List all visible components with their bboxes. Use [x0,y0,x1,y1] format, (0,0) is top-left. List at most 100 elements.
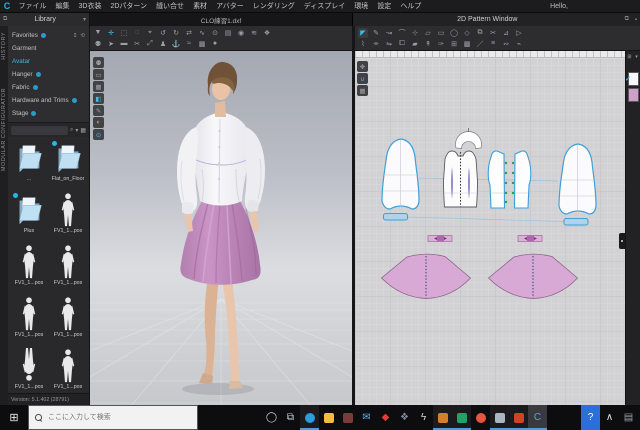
thumbnail-folder-flat-on-floor[interactable]: Flat_on_Floor [49,140,87,191]
viewport-3d-canvas[interactable]: ⚉▭▦◧✎◐⊙ [90,51,352,405]
dart-tool-icon[interactable]: ◇ [462,28,472,38]
opera-icon[interactable] [471,405,490,430]
show-hidden-icons-icon[interactable]: ∧ [600,405,619,430]
library-item-avatar[interactable]: Avatar [8,55,89,68]
hardware-tool-icon[interactable]: ❖ [262,28,272,38]
show-garment-icon[interactable]: ▭ [93,69,104,80]
pattern-waistband-left[interactable] [428,236,452,242]
panel-collapse-handle[interactable] [619,233,625,249]
view-grid-icon[interactable]: ▦ [80,127,86,134]
library-item-hardware-trims[interactable]: Hardware and Trims [8,94,89,107]
wind-tool-icon[interactable]: ≈ [184,39,194,49]
mesh-view-icon[interactable]: ▦ [93,81,104,92]
thumbnail-pose-file[interactable]: FV1_1...pos [10,296,48,347]
select-box-icon[interactable]: ⬚ [119,28,129,38]
transform-pattern-icon[interactable]: ◤ [358,28,368,38]
library-search-input[interactable] [11,126,68,135]
pattern-front-bodice-left[interactable] [488,151,507,208]
scale-avatar-icon[interactable]: ⤢ [145,39,155,49]
grain-line-icon[interactable]: ↟ [423,39,433,49]
pose-tool-icon[interactable]: ♟ [158,39,168,49]
sync-app-icon[interactable]: ◆ [376,405,395,430]
pin-tool-icon[interactable]: ⊙ [210,28,220,38]
thumbnail-pose-file[interactable]: FV1_1...pos [49,244,87,295]
menu-file[interactable]: ファイル [14,0,51,13]
menu-environment[interactable]: 環境 [350,0,373,13]
tape-tool-icon[interactable]: ▬ [119,39,129,49]
notch-tool-icon[interactable]: ⊿ [501,28,511,38]
seam-allowance-icon[interactable]: ▰ [410,39,420,49]
upload-icon[interactable]: ↥ [70,33,78,39]
library-item-fabric[interactable]: Fabric [8,81,89,94]
arrow-tool-icon[interactable]: ➤ [106,39,116,49]
task-view-icon[interactable]: ⧉ [281,405,300,430]
annotation-tool-icon[interactable]: ✑ [436,39,446,49]
move-gizmo-icon[interactable]: ↻ [171,28,181,38]
menu-render[interactable]: レンダリング [248,0,299,13]
pattern-front-bodice-right[interactable] [512,151,531,208]
mn-sew-icon[interactable]: ∾ [501,39,511,49]
measure-tool-icon[interactable]: ✂ [132,39,142,49]
thumbnail-pose-file[interactable]: FV1_1...pos [49,296,87,347]
camera-view-icon[interactable]: ⊙ [93,129,104,140]
store-icon[interactable] [338,405,357,430]
colorway-menu-icon[interactable]: ▾ [634,53,640,60]
internal-line-icon[interactable]: ⌇ [358,39,368,49]
lightning-app-icon[interactable]: ϟ [414,405,433,430]
add-colorway-icon[interactable]: ⊞ [627,53,633,60]
select-pin-icon[interactable]: ⌖ [145,28,155,38]
help-icon[interactable]: ? [581,405,600,430]
pattern-sleeve-right[interactable] [559,144,596,214]
texture-tool-icon[interactable]: ▩ [462,39,472,49]
hanger-tool-icon[interactable]: ⚓ [171,39,181,49]
menu-material[interactable]: 素材 [189,0,212,13]
thumbnail-pose-file[interactable]: FV1_1...pos [10,348,48,393]
file-explorer-icon[interactable] [319,405,338,430]
outlook-icon[interactable] [433,405,452,430]
pattern-2d-canvas[interactable]: ✥∪▦ [355,51,625,405]
snap-magnet-icon[interactable]: ∪ [357,73,368,84]
taskbar-search-box[interactable] [28,405,198,430]
info-icon[interactable] [31,111,36,116]
pattern-label-icon[interactable]: ⊞ [449,39,459,49]
menu-2d-pattern[interactable]: 2Dパターン [106,0,152,13]
pattern-skirt-right[interactable] [489,254,578,298]
polygon-tool-icon[interactable]: ▱ [423,28,433,38]
edit-curve-point-icon[interactable]: ⌒ [397,28,407,38]
simulate-icon[interactable]: ▼ [93,28,103,38]
filter-dropdown-icon[interactable]: ▾ [75,127,78,134]
info-icon[interactable] [33,85,38,90]
solidify-tool-icon[interactable]: ▩ [197,39,207,49]
add-point-icon[interactable]: ⊹ [410,28,420,38]
mail-icon[interactable]: ✉ [357,405,376,430]
record-tool-icon[interactable]: ● [210,39,220,49]
avatar-display-icon[interactable]: ⚉ [93,39,103,49]
photos-icon[interactable] [490,405,509,430]
menu-3d-garment[interactable]: 3D衣装 [74,0,106,13]
library-menu-icon[interactable]: ▾ [80,16,89,23]
menu-help[interactable]: ヘルプ [396,0,426,13]
menu-display[interactable]: ディスプレイ [299,0,350,13]
history-tab[interactable]: HISTORY [1,32,7,60]
pattern-skirt-left[interactable] [382,254,471,298]
sync-2d-icon[interactable]: ⇄ [184,28,194,38]
print-layout-icon[interactable]: ▷ [514,28,524,38]
pattern-back-bodice[interactable] [444,151,478,207]
thumbnail-pose-file[interactable]: FV1_1...pos [10,244,48,295]
reset-arrangement-icon[interactable]: ↺ [158,28,168,38]
info-icon[interactable] [36,72,41,77]
dropbox-icon[interactable]: ❖ [395,405,414,430]
sewing-tool-icon[interactable]: ∿ [197,28,207,38]
thumbnail-pose-file[interactable]: FV1_1...pos [49,192,87,243]
info-icon[interactable] [72,98,77,103]
pan-hand-icon[interactable]: ✥ [357,61,368,72]
taskbar-search-input[interactable] [46,413,191,422]
unfold-tool-icon[interactable]: ⧠ [397,39,407,49]
modular-configurator-tab[interactable]: MODULAR CONFIGURATOR [1,88,7,171]
colorway-swatch-pink[interactable] [628,88,639,102]
start-button[interactable]: ⊞ [0,405,28,430]
refresh-icon[interactable]: ⟲ [77,33,85,39]
menu-sewing[interactable]: 縫い合せ [152,0,189,13]
show-avatar-icon[interactable]: ⚉ [93,57,104,68]
zipper-tool-icon[interactable]: ≋ [249,28,259,38]
